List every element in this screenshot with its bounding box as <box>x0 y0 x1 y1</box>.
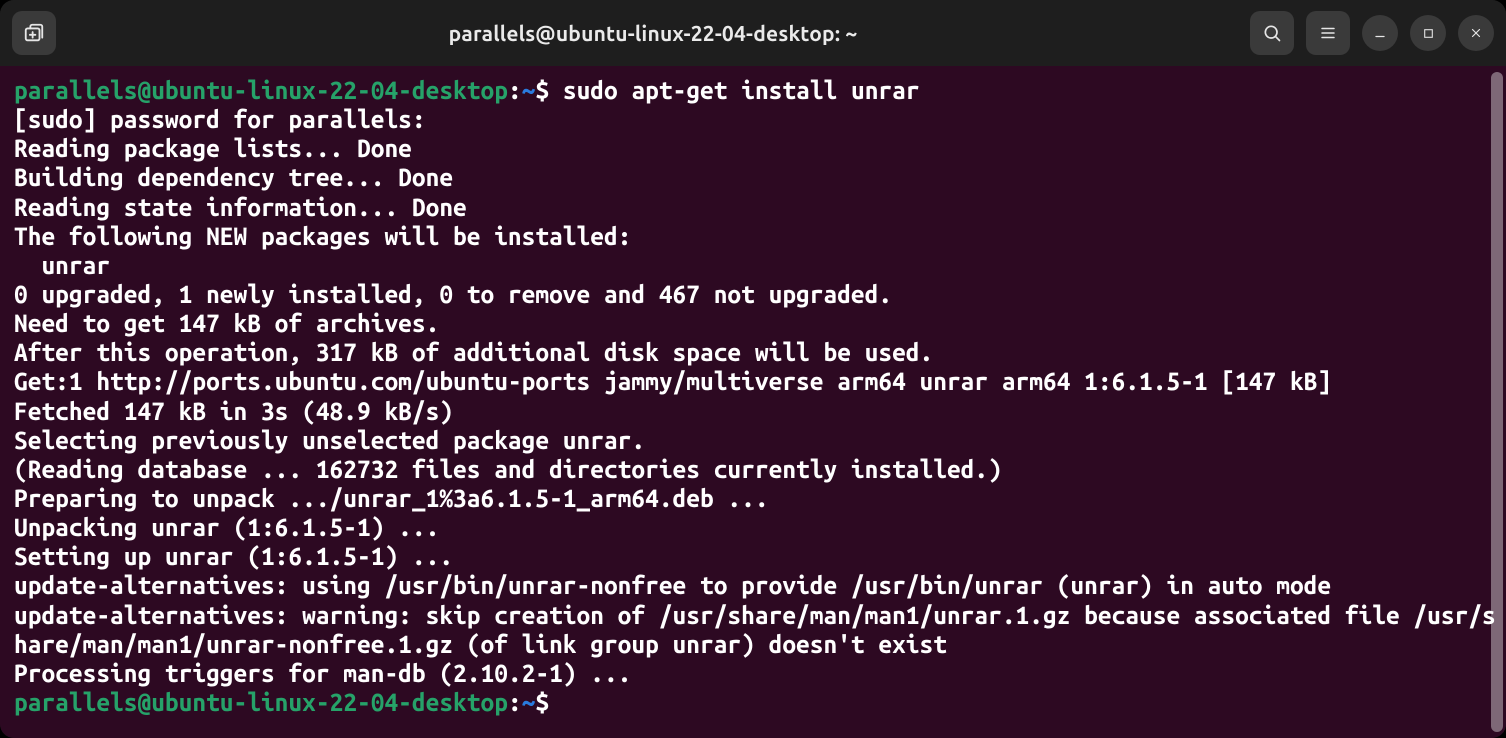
maximize-button[interactable] <box>1410 15 1446 51</box>
output-line: update-alternatives: using /usr/bin/unra… <box>14 571 1331 599</box>
menu-button[interactable] <box>1306 11 1350 55</box>
scrollbar-thumb[interactable] <box>1491 72 1503 732</box>
prompt-separator: : <box>508 688 522 716</box>
prompt-end: $ <box>535 76 549 104</box>
prompt-path: ~ <box>522 76 536 104</box>
titlebar: parallels@ubuntu-linux-22-04-desktop: ~ <box>0 0 1506 66</box>
maximize-icon <box>1422 27 1435 40</box>
output-line: Get:1 http://ports.ubuntu.com/ubuntu-por… <box>14 367 1331 395</box>
prompt-user-host: parallels@ubuntu-linux-22-04-desktop <box>14 688 508 716</box>
minimize-icon <box>1373 26 1387 40</box>
output-line: Selecting previously unselected package … <box>14 426 645 454</box>
prompt-path: ~ <box>522 688 536 716</box>
output-line: [sudo] password for parallels: <box>14 105 426 133</box>
output-line: Processing triggers for man-db (2.10.2-1… <box>14 659 631 687</box>
output-line: Fetched 147 kB in 3s (48.9 kB/s) <box>14 397 453 425</box>
close-icon <box>1469 26 1483 40</box>
titlebar-right-group <box>1250 11 1494 55</box>
hamburger-icon <box>1319 24 1337 42</box>
prompt-separator: : <box>508 76 522 104</box>
output-line: unrar <box>14 251 110 279</box>
output-line: (Reading database ... 162732 files and d… <box>14 455 1002 483</box>
terminal-output: parallels@ubuntu-linux-22-04-desktop:~$ … <box>14 76 1506 717</box>
output-line: update-alternatives: warning: skip creat… <box>14 601 1496 658</box>
scrollbar-track[interactable] <box>1491 72 1503 732</box>
output-line: Reading state information... Done <box>14 193 467 221</box>
window-title: parallels@ubuntu-linux-22-04-desktop: ~ <box>64 21 1242 45</box>
search-icon <box>1262 23 1282 43</box>
prompt-end: $ <box>535 688 549 716</box>
output-line: Preparing to unpack .../unrar_1%3a6.1.5-… <box>14 484 769 512</box>
prompt-user-host: parallels@ubuntu-linux-22-04-desktop <box>14 76 508 104</box>
terminal-body[interactable]: parallels@ubuntu-linux-22-04-desktop:~$ … <box>0 66 1506 738</box>
output-line: Setting up unrar (1:6.1.5-1) ... <box>14 542 453 570</box>
terminal-window: parallels@ubuntu-linux-22-04-desktop: ~ <box>0 0 1506 738</box>
command-text: sudo apt-get install unrar <box>563 76 920 104</box>
output-line: Reading package lists... Done <box>14 134 412 162</box>
output-line: Building dependency tree... Done <box>14 163 453 191</box>
search-button[interactable] <box>1250 11 1294 55</box>
output-line: 0 upgraded, 1 newly installed, 0 to remo… <box>14 280 892 308</box>
output-line: After this operation, 317 kB of addition… <box>14 338 933 366</box>
new-tab-button[interactable] <box>12 11 56 55</box>
output-line: Need to get 147 kB of archives. <box>14 309 439 337</box>
titlebar-left-group <box>12 11 56 55</box>
output-line: The following NEW packages will be insta… <box>14 222 631 250</box>
minimize-button[interactable] <box>1362 15 1398 51</box>
new-tab-icon <box>23 22 45 44</box>
close-button[interactable] <box>1458 15 1494 51</box>
output-line: Unpacking unrar (1:6.1.5-1) ... <box>14 513 439 541</box>
